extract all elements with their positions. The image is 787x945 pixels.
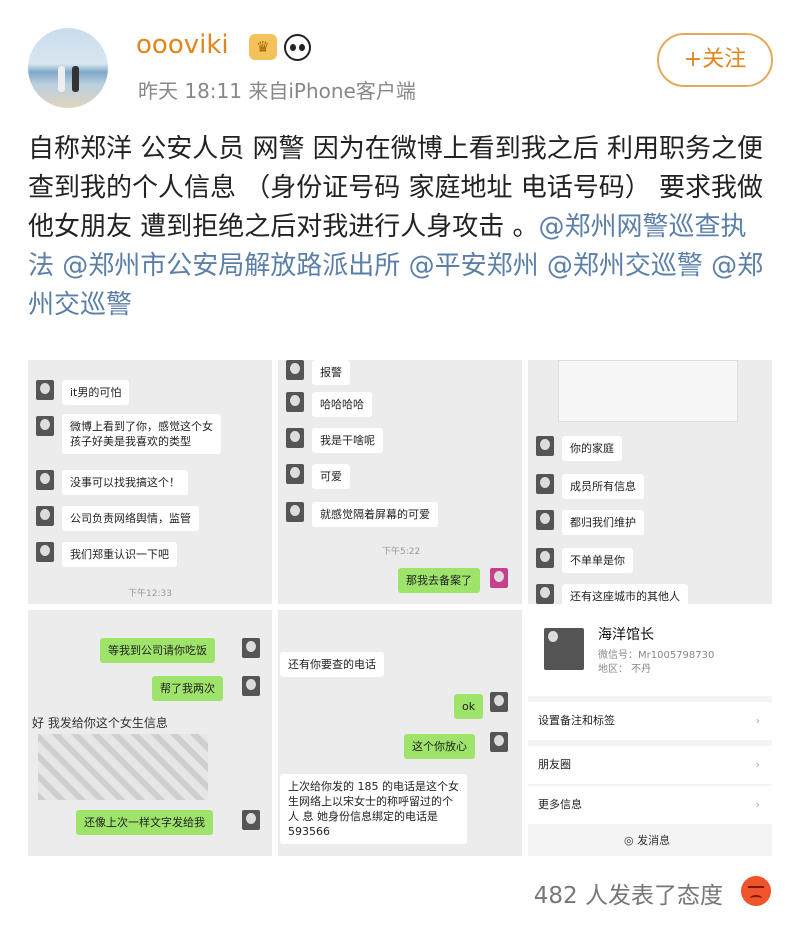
profile-name: 海洋馆长 [598,627,654,643]
chat-bubble: 我们郑重认识一下吧 [62,542,177,567]
crown-icon: ♛ [249,34,277,60]
post-footer: 482 人发表了态度 [0,862,787,945]
row-label: 更多信息 [538,798,582,811]
chat-bubble: it男的可怕 [62,380,130,405]
send-message-button[interactable]: ◎ 发消息 [624,832,670,848]
chat-bubble: 还有这座城市的其他人 [562,584,688,604]
contact-avatar [536,584,554,604]
chat-bubble: 还有你要查的电话 [280,652,384,677]
mention-link[interactable]: @平安郑州 [409,251,539,281]
profile-wechat-id: 微信号：Mr1005798730 [598,650,715,661]
chat-bubble: 就感觉隔着屏幕的可爱 [312,502,438,527]
contact-avatar [36,542,54,562]
chat-bubble: 报警 [312,360,350,385]
chat-timestamp: 下午12:33 [128,589,172,599]
chat-timestamp: 下午5:22 [382,547,421,557]
contact-avatar [536,548,554,568]
username[interactable]: oooviki [136,30,229,60]
profile-region: 地区： 不丹 [598,664,652,675]
chevron-right-icon: › [755,758,760,771]
user-avatar [490,568,508,588]
chat-bubble: 公司负责网络舆情，监管 [62,506,199,531]
send-message-label: 发消息 [637,834,671,847]
chat-bubble-sent: 这个你放心 [404,734,475,759]
profile-row[interactable]: 朋友圈 › [528,746,772,784]
avatar[interactable] [28,28,108,108]
reaction-count[interactable]: 482 人发表了态度 [534,876,723,910]
chat-text: 好 我发给你这个女生信息 [32,716,168,730]
bubble-line: 上次给你发的 185 的电话是这个女 [288,780,459,793]
post-meta: 昨天 18:11 来自iPhone客户端 [138,79,416,103]
contact-avatar [536,510,554,530]
screenshot-5[interactable]: 还有你要查的电话 ok 这个你放心 上次给你发的 185 的电话是这个女 生网络… [278,610,522,856]
bubble-line: 593566 [288,825,330,838]
panda-icon [284,34,311,61]
chat-bubble: 都归我们维护 [562,510,644,535]
screenshot-3[interactable]: 你的家庭 成员所有信息 都归我们维护 不单单是你 还有这座城市的其他人 [528,360,772,604]
profile-card: 海洋馆长 微信号：Mr1005798730 地区： 不丹 [528,610,772,696]
embedded-list [558,360,738,422]
chat-bubble: 我是干啥呢 [312,428,383,453]
chevron-right-icon: › [755,714,760,727]
angry-face-icon[interactable] [741,876,771,906]
screenshot-1[interactable]: it男的可怕 微博上看到了你，感觉这个女 孩子好美是我喜欢的类型 没事可以找我搞这… [28,360,272,604]
mention-link[interactable]: @郑州交巡警 [547,251,703,281]
contact-avatar [36,416,54,436]
user-avatar [490,692,508,712]
bubble-line: 人 息 她身份信息绑定的电话是 [288,810,438,823]
chat-bubble-sent: ok [454,694,484,719]
user-avatar [242,676,260,696]
row-label: 设置备注和标签 [538,714,615,727]
contact-avatar [286,464,304,484]
screenshot-6-profile[interactable]: 海洋馆长 微信号：Mr1005798730 地区： 不丹 设置备注和标签 › 朋友… [528,610,772,856]
bubble-line: 孩子好美是我喜欢的类型 [70,435,191,448]
contact-avatar [286,360,304,380]
chat-bubble: 不单单是你 [562,548,633,573]
bubble-line: 微博上看到了你，感觉这个女 [70,420,213,433]
chat-bubble-sent: 帮了我两次 [152,676,223,701]
contact-avatar [536,474,554,494]
chat-bubble-sent: 等我到公司请你吃饭 [100,638,215,663]
chat-bubble: 哈哈哈哈 [312,392,372,417]
contact-avatar [36,506,54,526]
contact-avatar [36,470,54,490]
contact-avatar [536,436,554,456]
screenshot-2[interactable]: 报警 哈哈哈哈 我是干啥呢 可爱 就感觉隔着屏幕的可爱 下午5:22 那我去备案… [278,360,522,604]
contact-avatar [36,380,54,400]
post-header: oooviki ♛ 昨天 18:11 来自iPhone客户端 +关注 [0,0,787,125]
mention-link[interactable]: @郑州市公安局解放路派出所 [62,251,400,281]
chat-bubble: 上次给你发的 185 的电话是这个女 生网络上以宋女士的称呼留过的个 人 息 她… [280,774,467,844]
bubble-line: 生网络上以宋女士的称呼留过的个 [288,795,453,808]
image-grid: it男的可怕 微博上看到了你，感觉这个女 孩子好美是我喜欢的类型 没事可以找我搞这… [28,360,772,856]
post-text: 自称郑洋 公安人员 网警 因为在微博上看到我之后 利用职务之便 查到我的个人信息… [28,130,768,325]
chat-bubble: 微博上看到了你，感觉这个女 孩子好美是我喜欢的类型 [62,414,221,454]
chat-bubble-sent: 还像上次一样文字发给我 [76,810,213,835]
contact-avatar [544,628,584,670]
chat-bubble: 成员所有信息 [562,474,644,499]
chat-bubble: 你的家庭 [562,436,622,461]
contact-avatar [286,428,304,448]
screenshot-4[interactable]: 等我到公司请你吃饭 帮了我两次 好 我发给你这个女生信息 还像上次一样文字发给我 [28,610,272,856]
blurred-image [38,734,208,800]
user-avatar [242,638,260,658]
contact-avatar [286,502,304,522]
chat-bubble: 可爱 [312,464,350,489]
row-label: 朋友圈 [538,758,571,771]
follow-button[interactable]: +关注 [657,33,773,87]
user-avatar [490,732,508,752]
contact-avatar [286,392,304,412]
profile-row[interactable]: 更多信息 › [528,786,772,824]
user-avatar [242,810,260,830]
chat-bubble-sent: 那我去备案了 [398,568,480,593]
chat-bubble: 没事可以找我搞这个！ [62,470,188,495]
profile-row[interactable]: 设置备注和标签 › [528,702,772,740]
chevron-right-icon: › [755,798,760,811]
